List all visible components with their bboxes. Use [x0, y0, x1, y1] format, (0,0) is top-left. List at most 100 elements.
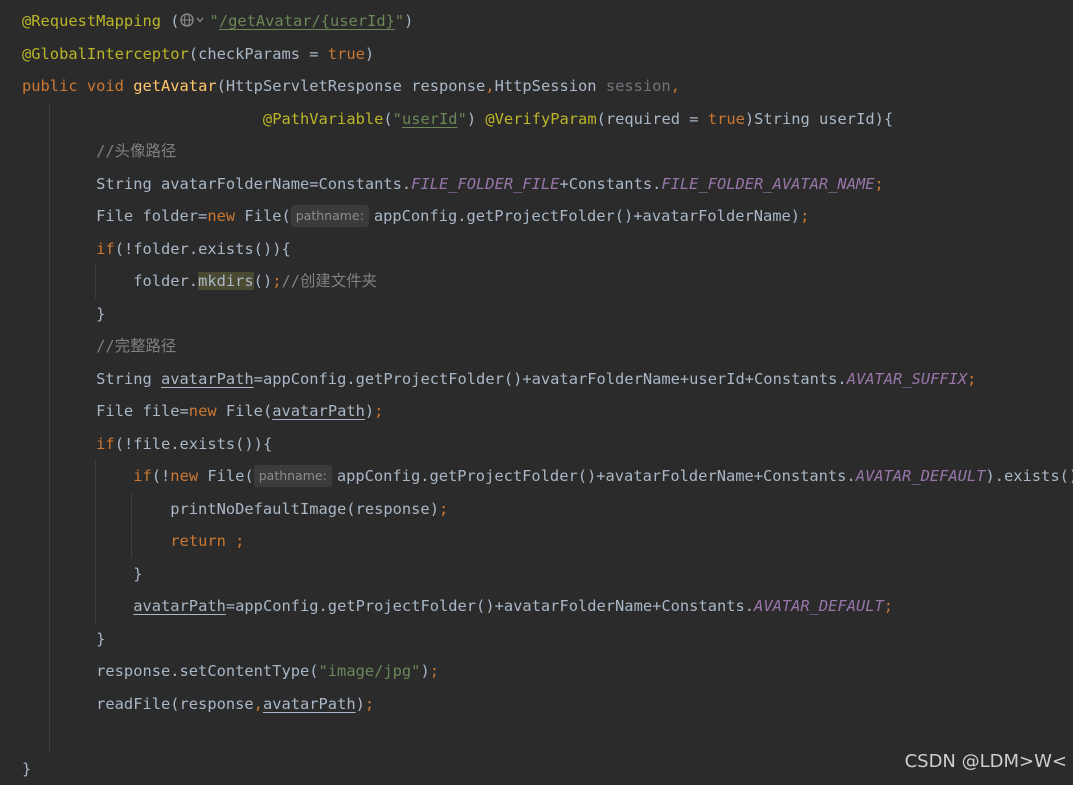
- code-token: }: [22, 304, 106, 323]
- code-token: String: [22, 369, 161, 388]
- code-token: new: [170, 467, 208, 485]
- code-token: @GlobalInterceptor: [22, 44, 189, 63]
- code-token: HttpSession: [494, 77, 606, 95]
- code-token: ;: [438, 499, 449, 518]
- code-token: ": [392, 109, 402, 128]
- code-token: (!: [151, 467, 171, 485]
- code-token: public void: [22, 77, 134, 95]
- code-token: appConfig.getProjectFolder()+avatarFolde…: [336, 467, 856, 485]
- parameter-hint: pathname:: [290, 205, 369, 227]
- code-token: if: [96, 239, 115, 258]
- code-token: if: [133, 467, 152, 485]
- code-token: @VerifyParam: [485, 109, 597, 128]
- code-token: ): [420, 662, 430, 680]
- globe-chevron-icon[interactable]: [179, 13, 210, 27]
- code-token: true: [707, 109, 745, 128]
- code-token: (!folder.exists()){: [114, 239, 291, 258]
- code-token: =appConfig.getProjectFolder()+avatarFold…: [253, 369, 847, 388]
- code-token: ;: [374, 402, 384, 420]
- code-token: getAvatar: [133, 77, 217, 95]
- code-token: session: [605, 77, 671, 95]
- code-token: (HttpServletResponse response: [216, 77, 486, 95]
- parameter-hint: pathname:: [253, 465, 332, 487]
- code-token: File(: [244, 207, 291, 225]
- code-token: File file=: [22, 402, 189, 420]
- code-token: "image/jpg": [318, 662, 421, 680]
- code-token: ,: [253, 694, 263, 713]
- code-token: ;: [272, 272, 282, 290]
- code-token: }: [22, 759, 32, 778]
- code-token: File(: [207, 467, 254, 485]
- code-token: ): [364, 44, 375, 63]
- code-token: ;: [883, 597, 894, 615]
- code-token: if: [96, 434, 115, 453]
- code-token: ): [404, 12, 414, 30]
- code-token: @RequestMapping: [22, 12, 161, 30]
- code-token: userId: [401, 109, 458, 128]
- code-token: ": [457, 109, 467, 128]
- code-token: =appConfig.getProjectFolder()+avatarFold…: [225, 597, 755, 615]
- code-token: return ;: [170, 532, 245, 550]
- code-token: ): [364, 402, 375, 420]
- indent-guide: [95, 460, 96, 623]
- code-token: }: [22, 629, 106, 648]
- code-token: appConfig.getProjectFolder()+avatarFolde…: [373, 207, 801, 225]
- code-token: (): [253, 272, 273, 290]
- code-token: readFile(response: [22, 694, 254, 713]
- code-token: ;: [429, 662, 440, 680]
- code-token: new: [188, 402, 226, 420]
- code-token: printNoDefaultImage(response): [22, 499, 439, 518]
- code-token: ,: [670, 77, 680, 95]
- code-token: ): [355, 694, 365, 713]
- code-token: avatarPath: [262, 694, 356, 713]
- code-token: mkdirs: [198, 272, 254, 290]
- code-token: ): [466, 109, 486, 128]
- code-token: FILE_FOLDER_AVATAR_NAME: [661, 174, 875, 193]
- code-token: avatarPath: [133, 597, 226, 615]
- indent-guide: [49, 102, 50, 753]
- code-token: ,: [485, 77, 495, 95]
- code-token: AVATAR_DEFAULT: [754, 597, 884, 615]
- code-token: //完整路径: [96, 337, 177, 355]
- code-token: avatarPath: [272, 402, 365, 420]
- code-token: ": [209, 12, 219, 30]
- code-token: )String userId){: [744, 109, 894, 128]
- code-token: +Constants.: [559, 174, 662, 193]
- code-token: ).exists()){: [985, 467, 1073, 485]
- code-token: ;: [364, 694, 375, 713]
- code-token: /getAvatar/{userId}: [218, 12, 395, 30]
- code-token: //创建文件夹: [281, 272, 378, 290]
- code-token: FILE_FOLDER_FILE: [411, 174, 560, 193]
- code-token: (required =: [596, 109, 708, 128]
- code-token: //头像路径: [96, 142, 177, 160]
- indent-guide: [95, 265, 96, 298]
- code-token: (!file.exists()){: [114, 434, 273, 453]
- code-token: (: [383, 109, 393, 128]
- watermark: CSDN @LDM>W<: [904, 751, 1067, 772]
- code-token: ;: [874, 174, 884, 193]
- indent-guide: [131, 492, 132, 558]
- code-token: response.setContentType(: [22, 662, 319, 680]
- code-token: true: [327, 44, 365, 63]
- code-token: String avatarFolderName=Constants.: [22, 174, 412, 193]
- code-token: File(: [225, 402, 273, 420]
- code-token: }: [22, 564, 143, 583]
- code-token: ": [394, 12, 405, 30]
- code-token: AVATAR_SUFFIX: [846, 369, 968, 388]
- code-token: (: [161, 12, 180, 30]
- code-token: avatarPath: [161, 369, 254, 388]
- code-token: ;: [967, 369, 977, 388]
- code-token: AVATAR_DEFAULT: [855, 467, 986, 485]
- code-token: @PathVariable: [262, 109, 384, 128]
- code-token: ;: [800, 207, 810, 225]
- code-editor[interactable]: @RequestMapping ("/getAvatar/{userId}") @…: [0, 0, 1073, 778]
- code-token: new: [207, 207, 245, 225]
